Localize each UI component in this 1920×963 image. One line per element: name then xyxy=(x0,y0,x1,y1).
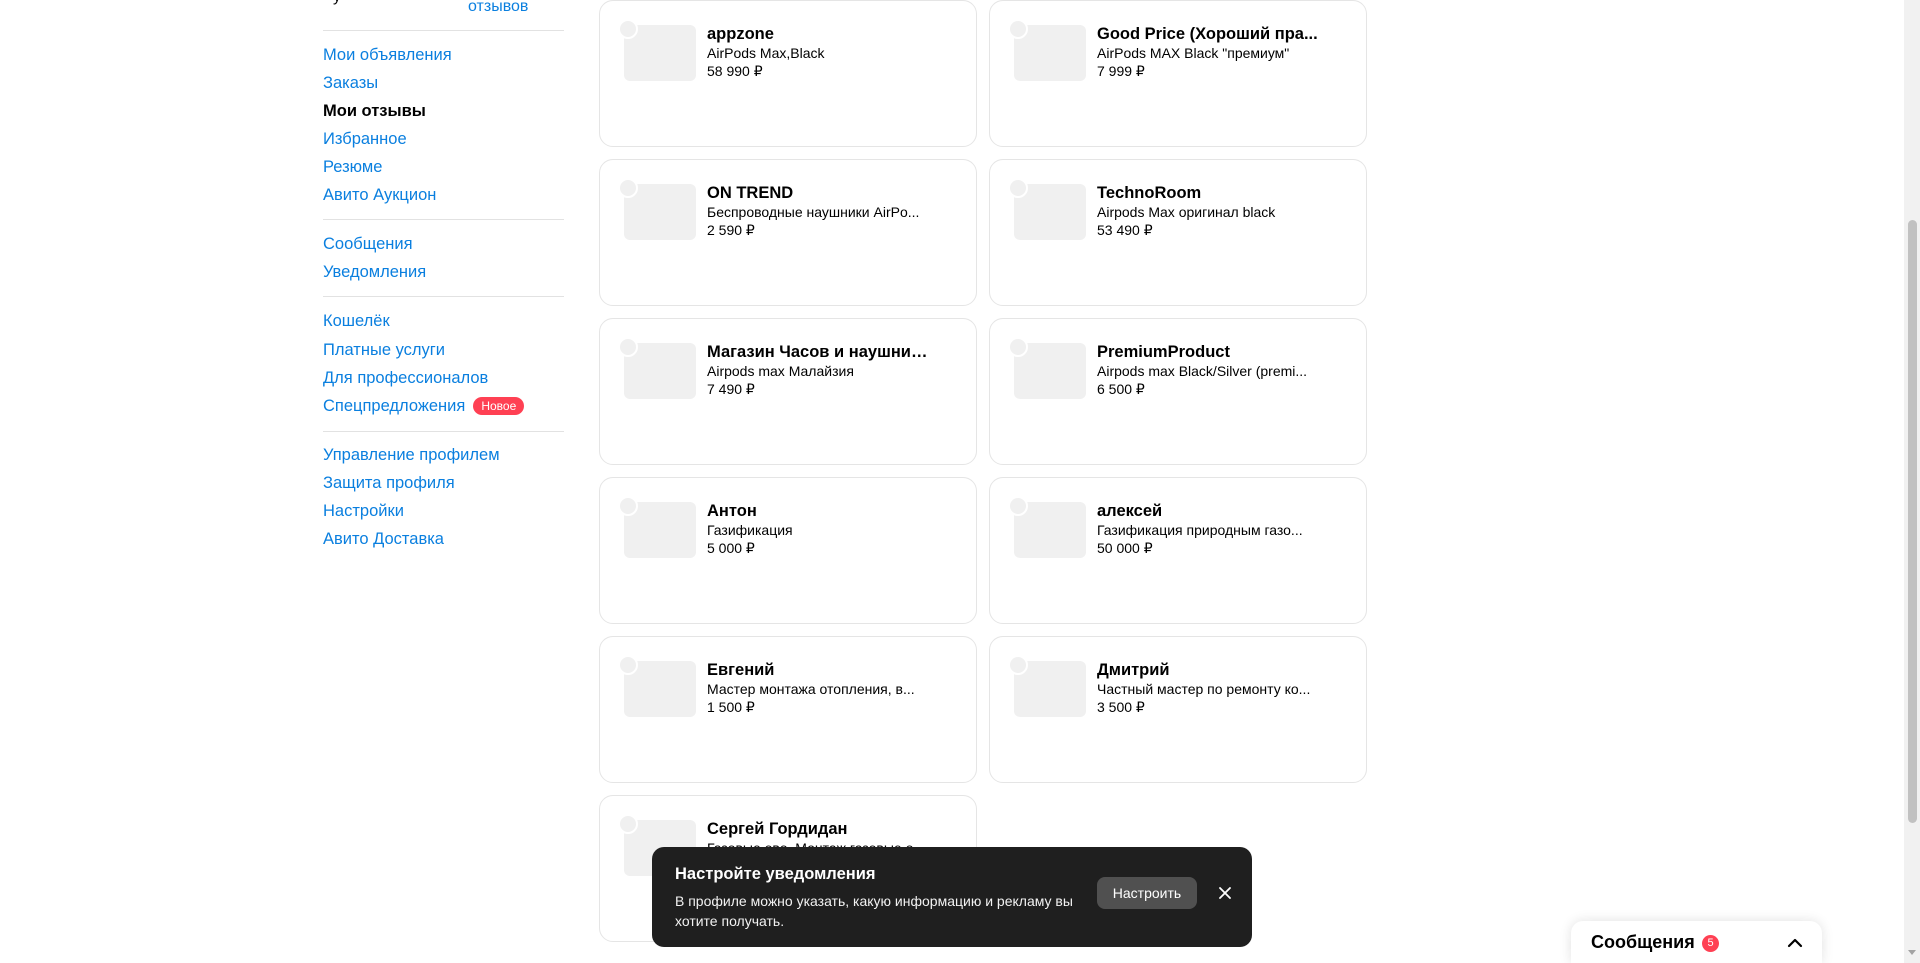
sidebar-item-auction[interactable]: Авито Аукцион xyxy=(323,185,436,205)
seller-avatar xyxy=(618,19,638,39)
seller-name[interactable]: ON TREND xyxy=(707,184,932,203)
review-card[interactable]: Good Price (Хороший пра... AirPods MAX Bl… xyxy=(989,0,1367,147)
seller-name[interactable]: TechnoRoom xyxy=(1097,184,1322,203)
review-card[interactable]: Евгений Мастер монтажа отопления, в... 1 5… xyxy=(599,636,977,783)
messages-widget[interactable]: Сообщения 5 xyxy=(1571,921,1822,963)
item-price: 53 490 ₽ xyxy=(1097,222,1153,238)
sidebar-divider xyxy=(323,431,564,432)
new-badge: Новое xyxy=(473,397,525,415)
item-price: 58 990 ₽ xyxy=(707,63,763,79)
sidebar-divider xyxy=(323,30,564,31)
sidebar-item-messages[interactable]: Сообщения xyxy=(323,234,413,254)
seller-name[interactable]: appzone xyxy=(707,25,932,44)
seller-name[interactable]: Антон xyxy=(707,502,932,521)
item-price: 7 490 ₽ xyxy=(707,381,755,397)
seller-avatar xyxy=(1008,178,1028,198)
item-title[interactable]: Airpods Max оригинал black xyxy=(1097,204,1322,220)
item-title[interactable]: AirPods Max,Black xyxy=(707,45,932,61)
seller-name[interactable]: Дмитрий xyxy=(1097,661,1322,680)
review-card[interactable]: Антон Газификация 5 000 ₽ xyxy=(599,477,977,624)
sidebar-item-notifications[interactable]: Уведомления xyxy=(323,262,426,282)
item-price: 50 000 ₽ xyxy=(1097,540,1153,556)
review-card[interactable]: алексей Газификация природным газо... 50 0… xyxy=(989,477,1367,624)
seller-name[interactable]: Евгений xyxy=(707,661,932,680)
item-title[interactable]: Беспроводные наушники AirPo... xyxy=(707,204,932,220)
sidebar-rating-summary: у отзывов xyxy=(323,0,564,30)
seller-name[interactable]: Good Price (Хороший пра... xyxy=(1097,25,1322,44)
page-scrollbar[interactable] xyxy=(1904,0,1920,963)
sidebar-item-favorites[interactable]: Избранное xyxy=(323,129,407,149)
sidebar-divider xyxy=(323,296,564,297)
review-card[interactable]: ON TREND Беспроводные наушники AirPo... 2 … xyxy=(599,159,977,306)
sidebar-item-label: Спецпредложения xyxy=(323,397,466,415)
rating-text: у xyxy=(333,0,341,6)
review-card[interactable]: Магазин Часов и наушник... Airpods max Ма… xyxy=(599,318,977,465)
seller-avatar xyxy=(618,814,638,834)
item-title[interactable]: Мастер монтажа отопления, в... xyxy=(707,681,932,697)
close-icon[interactable] xyxy=(1217,885,1233,901)
seller-avatar xyxy=(618,178,638,198)
item-title[interactable]: Airpods max Black/Silver (premi... xyxy=(1097,363,1322,379)
seller-name[interactable]: PremiumProduct xyxy=(1097,343,1322,362)
sidebar-item-delivery[interactable]: Авито Доставка xyxy=(323,529,444,549)
seller-avatar xyxy=(1008,496,1028,516)
messages-widget-title: Сообщения xyxy=(1591,932,1695,952)
item-title[interactable]: AirPods MAX Black "премиум" xyxy=(1097,45,1322,61)
seller-avatar xyxy=(618,655,638,675)
seller-name[interactable]: алексей xyxy=(1097,502,1322,521)
review-card[interactable]: Дмитрий Частный мастер по ремонту ко... 3 … xyxy=(989,636,1367,783)
item-price: 5 000 ₽ xyxy=(707,540,755,556)
sidebar-item-my-ads[interactable]: Мои объявления xyxy=(323,45,452,65)
item-price: 2 590 ₽ xyxy=(707,222,755,238)
item-title[interactable]: Airpods max Малайзия xyxy=(707,363,932,379)
item-price: 1 500 ₽ xyxy=(707,699,755,715)
sidebar-item-my-reviews[interactable]: Мои отзывы xyxy=(323,101,426,121)
sidebar-divider xyxy=(323,219,564,220)
review-card[interactable]: appzone AirPods Max,Black 58 990 ₽ xyxy=(599,0,977,147)
sidebar-item-special-offers[interactable]: Спецпредложения Новое xyxy=(323,396,525,416)
toast-title: Настройте уведомления xyxy=(675,865,876,883)
sidebar-item-profile-management[interactable]: Управление профилем xyxy=(323,445,500,465)
sidebar-item-paid-services[interactable]: Платные услуги xyxy=(323,340,445,360)
item-title[interactable]: Частный мастер по ремонту ко... xyxy=(1097,681,1322,697)
scroll-down-arrow[interactable] xyxy=(1908,950,1916,955)
item-price: 6 500 ₽ xyxy=(1097,381,1145,397)
sidebar-item-wallet[interactable]: Кошелёк xyxy=(323,311,390,331)
unread-count-badge: 5 xyxy=(1702,935,1719,952)
toast-text: В профиле можно указать, какую информаци… xyxy=(675,893,1073,929)
notification-settings-toast: Настройте уведомления В профиле можно ук… xyxy=(652,847,1252,947)
seller-avatar xyxy=(1008,337,1028,357)
item-price: 7 999 ₽ xyxy=(1097,63,1145,79)
chevron-up-icon[interactable] xyxy=(1785,933,1805,953)
item-title[interactable]: Газификация природным газо... xyxy=(1097,522,1322,538)
sidebar-item-profile-protection[interactable]: Защита профиля xyxy=(323,473,455,493)
seller-name[interactable]: Сергей Гордидан xyxy=(707,820,932,839)
seller-avatar xyxy=(618,337,638,357)
seller-avatar xyxy=(618,496,638,516)
review-card[interactable]: PremiumProduct Airpods max Black/Silver (… xyxy=(989,318,1367,465)
scrollbar-thumb[interactable] xyxy=(1908,220,1917,823)
seller-avatar xyxy=(1008,655,1028,675)
sidebar-item-for-professionals[interactable]: Для профессионалов xyxy=(323,368,488,388)
reviews-count-link[interactable]: отзывов xyxy=(468,0,528,16)
item-price: 3 500 ₽ xyxy=(1097,699,1145,715)
configure-button[interactable]: Настроить xyxy=(1097,877,1197,909)
sidebar-item-orders[interactable]: Заказы xyxy=(323,73,378,93)
review-card[interactable]: TechnoRoom Airpods Max оригинал black 53 4… xyxy=(989,159,1367,306)
seller-name[interactable]: Магазин Часов и наушник... xyxy=(707,343,932,362)
seller-avatar xyxy=(1008,19,1028,39)
item-title[interactable]: Газификация xyxy=(707,522,932,538)
sidebar-item-settings[interactable]: Настройки xyxy=(323,501,404,521)
sidebar-item-resume[interactable]: Резюме xyxy=(323,157,382,177)
